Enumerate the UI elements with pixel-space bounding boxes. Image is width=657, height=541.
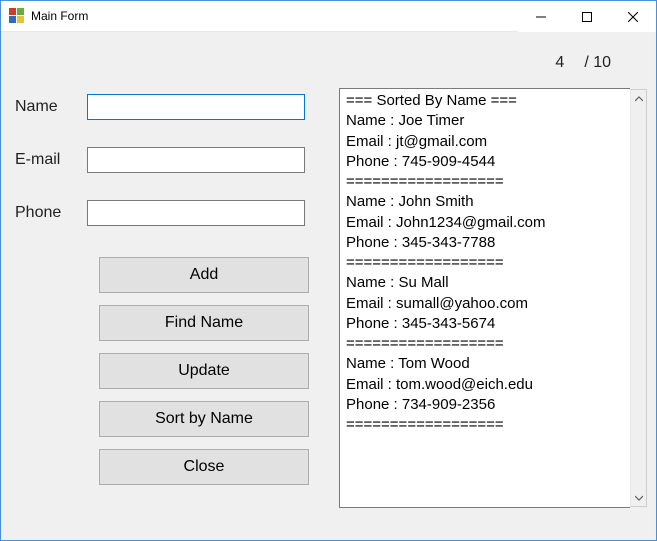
find-name-button[interactable]: Find Name — [99, 305, 309, 341]
phone-label: Phone — [15, 204, 87, 222]
sort-by-name-button[interactable]: Sort by Name — [99, 401, 309, 437]
maximize-button[interactable] — [564, 1, 610, 32]
phone-input[interactable] — [87, 200, 305, 226]
titlebar[interactable]: Main Form — [1, 1, 656, 32]
app-icon — [9, 8, 25, 24]
name-row: Name — [15, 94, 305, 120]
window-controls — [518, 1, 656, 31]
vertical-scrollbar[interactable] — [630, 89, 647, 507]
scroll-down-icon[interactable] — [631, 489, 646, 506]
close-button[interactable]: Close — [99, 449, 309, 485]
form-content: 4 / 10 Name E-mail Phone Add Find Name U… — [1, 32, 656, 540]
counter-current: 4 — [555, 54, 564, 72]
phone-row: Phone — [15, 200, 305, 226]
counter-total: / 10 — [584, 54, 611, 72]
close-window-button[interactable] — [610, 1, 656, 32]
minimize-button[interactable] — [518, 1, 564, 32]
record-counter: 4 / 10 — [555, 54, 611, 72]
scroll-up-icon[interactable] — [631, 90, 646, 107]
main-window: Main Form 4 / 10 Name E-mail Ph — [0, 0, 657, 541]
output-text[interactable]: === Sorted By Name === Name : Joe Timer … — [346, 91, 630, 505]
name-input[interactable] — [87, 94, 305, 120]
update-button[interactable]: Update — [99, 353, 309, 389]
window-title: Main Form — [31, 9, 88, 23]
name-label: Name — [15, 98, 87, 116]
email-row: E-mail — [15, 147, 305, 173]
add-button[interactable]: Add — [99, 257, 309, 293]
output-panel: === Sorted By Name === Name : Joe Timer … — [339, 88, 630, 508]
button-stack: Add Find Name Update Sort by Name Close — [99, 257, 309, 485]
email-label: E-mail — [15, 151, 87, 169]
email-input[interactable] — [87, 147, 305, 173]
